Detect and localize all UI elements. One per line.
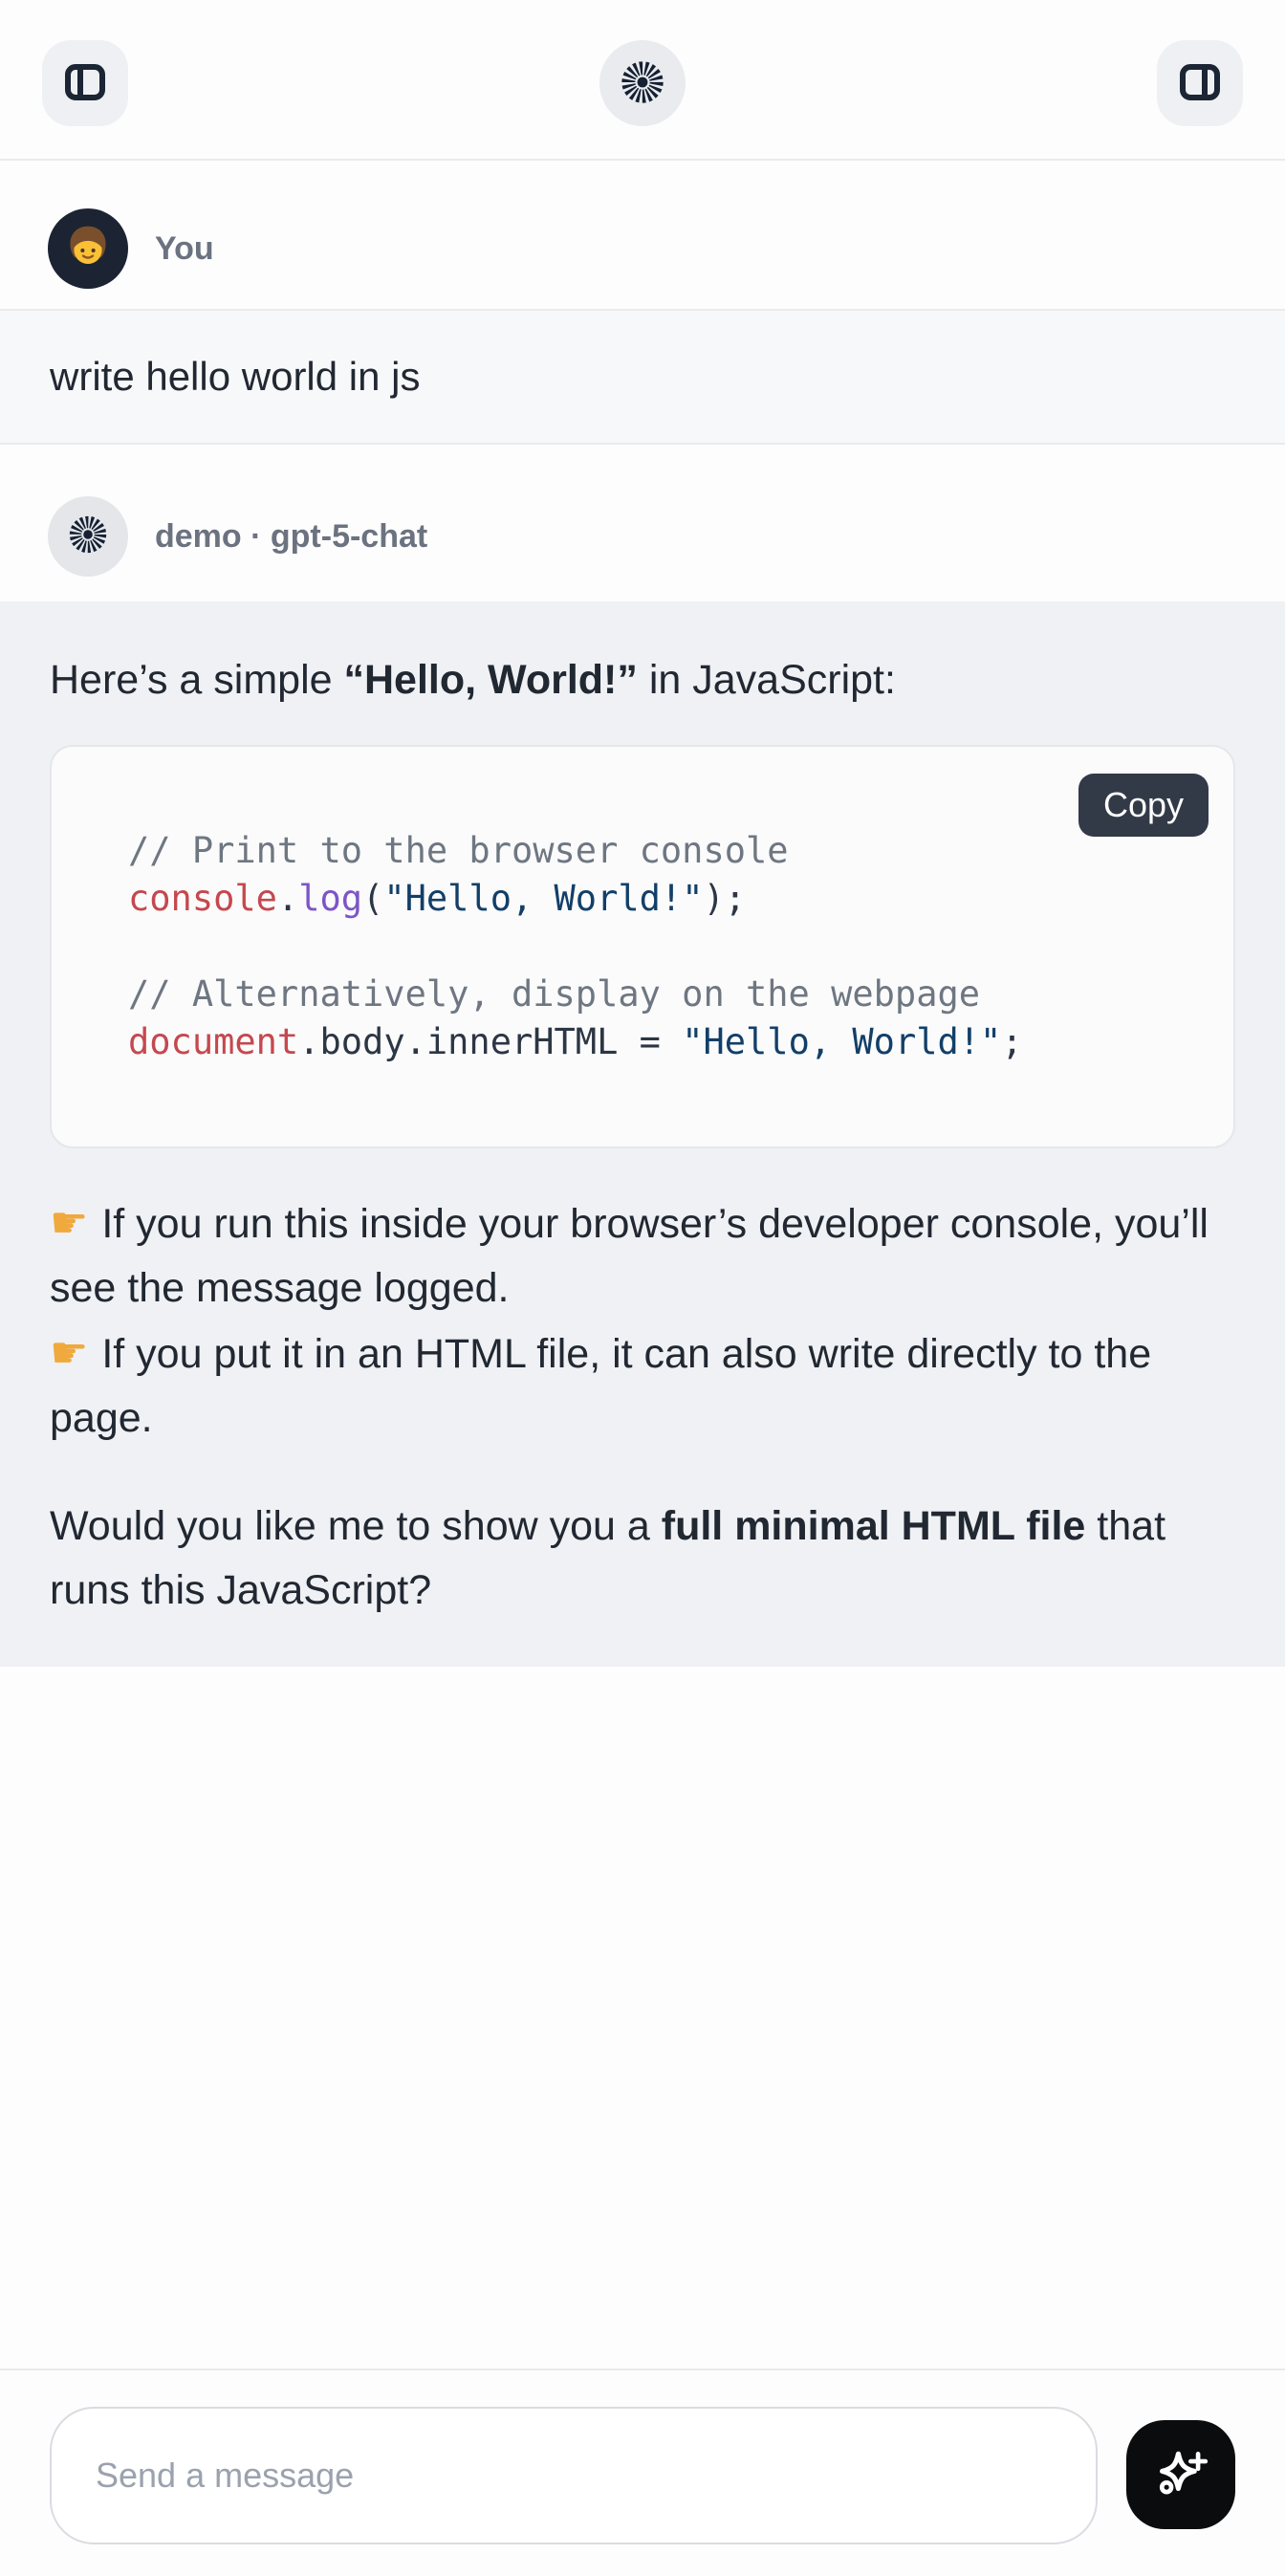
user-avatar <box>48 208 128 289</box>
question-pre: Would you like me to show you a <box>50 1503 662 1549</box>
user-message: You write hello world in js <box>0 208 1285 445</box>
intro-bold: “Hello, World!” <box>344 657 638 703</box>
intro-pre: Here’s a simple <box>50 657 344 703</box>
starburst-icon <box>618 57 667 110</box>
code-line: document.body.innerHTML = "Hello, World!… <box>128 1018 1157 1066</box>
question-bold: full minimal HTML file <box>662 1503 1086 1549</box>
panel-right-icon <box>1177 59 1223 108</box>
code-comment: // Alternatively, display on the webpage <box>128 971 1157 1018</box>
toggle-left-sidebar-button[interactable] <box>42 40 128 126</box>
chat-app: You write hello world in js demo · gpt-5… <box>0 0 1285 1667</box>
code-block: Copy // Print to the browser consolecons… <box>50 745 1235 1148</box>
pointing-finger-icon: ☛ <box>50 1198 88 1247</box>
intro-post: in JavaScript: <box>638 657 896 703</box>
user-message-text: write hello world in js <box>50 354 420 400</box>
brand-spinner-button[interactable] <box>599 40 686 126</box>
assistant-intro: Here’s a simple “Hello, World!” in JavaS… <box>50 649 1235 710</box>
assistant-message: demo · gpt-5-chat Here’s a simple “Hello… <box>0 496 1285 1667</box>
assistant-question: Would you like me to show you a full min… <box>50 1495 1235 1648</box>
top-bar <box>0 0 1285 161</box>
code-line: console.log("Hello, World!"); <box>128 875 1157 923</box>
message-input[interactable] <box>50 2407 1098 2544</box>
user-author-label: You <box>155 230 214 268</box>
assistant-followups: ☛If you run this inside your browser’s d… <box>50 1190 1235 1451</box>
starburst-icon <box>66 513 110 561</box>
person-emoji-icon <box>62 221 114 277</box>
assistant-message-header: demo · gpt-5-chat <box>0 496 1285 577</box>
copy-code-button[interactable]: Copy <box>1078 774 1209 837</box>
user-message-band: write hello world in js <box>0 309 1285 445</box>
pointing-finger-icon: ☛ <box>50 1328 88 1377</box>
panel-left-icon <box>62 59 108 108</box>
assistant-model-label: demo · gpt-5-chat <box>155 518 427 556</box>
toggle-right-panel-button[interactable] <box>1157 40 1243 126</box>
followup-line: ☛If you run this inside your browser’s d… <box>50 1190 1235 1321</box>
assistant-avatar <box>48 496 128 577</box>
send-button[interactable] <box>1126 2420 1235 2529</box>
code-content: // Print to the browser consoleconsole.l… <box>52 747 1233 1146</box>
code-blank-line <box>128 923 1157 971</box>
sparkle-icon <box>1151 2444 1210 2506</box>
followup-text: If you put it in an HTML file, it can al… <box>50 1331 1151 1441</box>
assistant-message-band: Here’s a simple “Hello, World!” in JavaS… <box>0 601 1285 1667</box>
code-comment: // Print to the browser console <box>128 827 1157 875</box>
composer-bar <box>0 2369 1285 2576</box>
followup-line: ☛If you put it in an HTML file, it can a… <box>50 1321 1235 1451</box>
user-message-header: You <box>0 208 1285 289</box>
followup-text: If you run this inside your browser’s de… <box>50 1201 1209 1311</box>
